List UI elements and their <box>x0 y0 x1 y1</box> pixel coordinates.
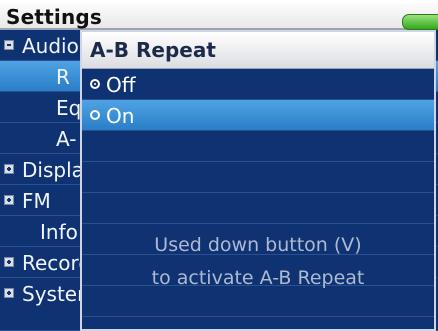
dialog-empty-row <box>82 162 434 193</box>
dialog-empty-row <box>82 286 434 317</box>
dialog-title: A-B Repeat <box>90 38 216 62</box>
ab-repeat-dialog: A-B Repeat Off On Used down button (V) t… <box>80 30 436 331</box>
dialog-empty-row <box>82 193 434 224</box>
settings-item-label: Info <box>40 220 78 244</box>
settings-item-label: Audio <box>22 34 79 58</box>
dialog-empty-row <box>82 131 434 162</box>
settings-item-label: A- <box>56 127 77 151</box>
expand-icon <box>4 164 14 174</box>
settings-item-label: Eq <box>56 96 82 120</box>
collapse-icon <box>4 40 14 50</box>
radio-unchecked-icon <box>90 110 100 120</box>
radio-checked-icon <box>90 79 100 89</box>
option-on[interactable]: On <box>82 100 434 131</box>
page-title: Settings <box>6 5 103 29</box>
option-label: On <box>106 104 135 128</box>
help-text-line2: to activate A-B Repeat <box>151 267 365 289</box>
dialog-title-bar: A-B Repeat <box>82 32 434 69</box>
settings-item-label: FM <box>22 189 51 213</box>
header-bar: Settings <box>0 0 438 30</box>
expand-icon <box>4 288 14 298</box>
option-label: Off <box>106 73 136 97</box>
option-off[interactable]: Off <box>82 69 434 100</box>
expand-icon <box>4 195 14 205</box>
expand-icon <box>4 257 14 267</box>
settings-item-label: R <box>56 65 70 89</box>
help-text-line1: Used down button (V) <box>154 234 362 256</box>
battery-icon <box>402 14 438 30</box>
